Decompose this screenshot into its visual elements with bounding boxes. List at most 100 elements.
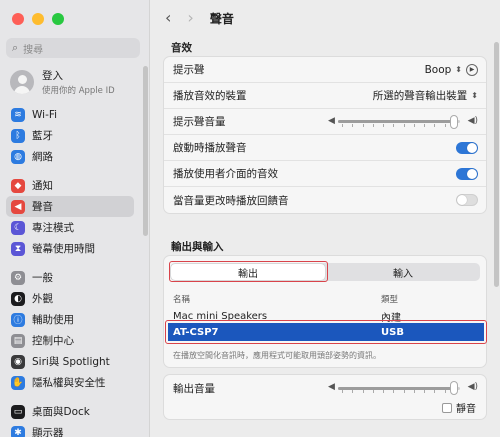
back-chevron-icon[interactable]: ‹ (165, 10, 171, 26)
io-card: 輸出 輸入 名稱 類型 Mac mini Speakers 內建 AT-CSP7… (163, 255, 487, 368)
effects-heading: 音效 (171, 42, 192, 54)
output-volume-label: 輸出音量 (173, 382, 215, 395)
feedback-sound-toggle[interactable] (456, 194, 478, 206)
effects-device-select[interactable]: 所選的聲音輸出裝置 ⬍ (373, 88, 478, 103)
sidebar-item-siri-spotlight[interactable]: ◉ Siri與 Spotlight (6, 351, 134, 372)
sidebar-item-label: 桌面與Dock (32, 406, 90, 418)
bluetooth-icon: ᛒ (11, 128, 25, 143)
control-center-icon: ▤ (11, 333, 25, 348)
close-button[interactable] (12, 13, 24, 25)
slider-knob[interactable] (449, 114, 458, 129)
sidebar-item-label: 螢幕使用時間 (32, 243, 95, 255)
avatar (10, 70, 34, 94)
alert-volume-label: 提示聲音量 (173, 116, 226, 128)
sidebar-item-privacy-security[interactable]: ✋ 隱私權與安全性 (6, 372, 134, 393)
volume-high-icon: ◀) (467, 115, 478, 126)
accessibility-icon: ⓘ (11, 312, 25, 327)
effects-device-label: 播放音效的裝置 (173, 90, 247, 102)
main-pane: ‹ › 聲音 音效 提示聲 Boop ⬍ ▶ 播放音效的裝置 所選的聲音輸出裝置… (151, 0, 500, 437)
alert-sound-value: Boop (424, 63, 452, 76)
account-subtitle: 使用你的 Apple ID (42, 86, 115, 96)
alert-volume-slider[interactable]: ◀ ◀) (328, 114, 478, 129)
output-volume-slider[interactable]: ◀ ◀) (328, 381, 478, 395)
col-name: 名稱 (173, 295, 191, 305)
sidebar-item-label: 通知 (32, 180, 53, 192)
sidebar-item-sound[interactable]: ◀ 聲音 (6, 196, 134, 217)
sidebar-item-notifications[interactable]: ◆ 通知 (6, 175, 134, 196)
sidebar-item-label: 輔助使用 (32, 314, 74, 326)
slider-knob[interactable] (449, 381, 458, 395)
effects-device-value: 所選的聲音輸出裝置 (372, 90, 468, 102)
volume-high-icon: ◀) (467, 382, 478, 392)
sidebar-item-label: 隱私權與安全性 (32, 377, 106, 389)
sidebar-item-general[interactable]: ⚙ 一般 (6, 267, 134, 288)
effects-card: 提示聲 Boop ⬍ ▶ 播放音效的裝置 所選的聲音輸出裝置 ⬍ 提示聲音量 ◀… (163, 56, 487, 214)
wifi-icon: ≋ (11, 107, 25, 122)
forward-chevron-icon[interactable]: › (187, 10, 193, 26)
volume-low-icon: ◀ (328, 115, 335, 126)
sidebar-item-accessibility[interactable]: ⓘ 輔助使用 (6, 309, 134, 330)
sidebar-item-bluetooth[interactable]: ᛒ 藍牙 (6, 125, 134, 146)
sidebar-item-label: 網路 (32, 151, 53, 163)
mute-checkbox[interactable]: 靜音 (442, 400, 476, 415)
sidebar-scrollbar[interactable] (143, 66, 148, 236)
gear-icon: ⚙ (11, 270, 25, 285)
zoom-button[interactable] (52, 13, 64, 25)
alert-sound-select[interactable]: Boop ⬍ (425, 64, 462, 76)
alert-sound-label: 提示聲 (173, 64, 205, 76)
moon-icon: ☾ (11, 220, 25, 235)
speaker-icon: ◀ (11, 199, 25, 214)
account-name: 登入 (42, 70, 63, 82)
sidebar-item-label: Wi-Fi (32, 108, 58, 121)
sidebar-item-label: 顯示器 (32, 427, 64, 437)
globe-icon: ◍ (11, 149, 25, 164)
startup-sound-toggle[interactable] (456, 141, 478, 154)
volume-low-icon: ◀ (328, 382, 335, 392)
ui-sound-label: 播放使用者介面的音效 (173, 168, 278, 180)
ui-sound-toggle[interactable] (456, 167, 478, 180)
sidebar-item-label: 外觀 (32, 293, 53, 305)
toolbar: ‹ › 聲音 (151, 0, 500, 36)
output-volume-row: 輸出音量 ◀ ◀) (164, 375, 486, 401)
sidebar-item-displays[interactable]: ✱ 顯示器 (6, 422, 134, 437)
display-icon: ✱ (11, 425, 25, 437)
account-signin[interactable]: 登入 使用你的 Apple ID (10, 68, 115, 96)
sidebar-item-label: 專注模式 (32, 222, 74, 234)
startup-sound-row: 啟動時播放聲音 (164, 135, 486, 161)
output-tab-highlight (169, 261, 328, 282)
search-icon: ⌕ (12, 41, 19, 54)
main-scrollbar[interactable] (494, 42, 499, 287)
sidebar-item-screen-time[interactable]: ⧗ 螢幕使用時間 (6, 238, 134, 259)
sidebar-item-network[interactable]: ◍ 網路 (6, 146, 134, 167)
sidebar-item-label: 一般 (32, 272, 53, 284)
feedback-sound-label: 當音量更改時播放回饋音 (173, 194, 289, 207)
sidebar-item-focus[interactable]: ☾ 專注模式 (6, 217, 134, 238)
sidebar-item-wifi[interactable]: ≋ Wi-Fi (6, 104, 134, 125)
ui-sound-row: 播放使用者介面的音效 (164, 161, 486, 187)
tab-input[interactable]: 輸入 (326, 263, 480, 281)
bell-icon: ◆ (11, 178, 25, 193)
sidebar-item-appearance[interactable]: ◐ 外觀 (6, 288, 134, 309)
device-table-header: 名稱 類型 (173, 293, 479, 305)
col-type: 類型 (381, 295, 399, 305)
sidebar-item-desktop-dock[interactable]: ▭ 桌面與Dock (6, 401, 134, 422)
checkbox-icon (442, 402, 452, 413)
stepper-icon: ⬍ (471, 91, 478, 100)
sidebar-item-label: 控制中心 (32, 335, 74, 347)
sidebar-item-control-center[interactable]: ▤ 控制中心 (6, 330, 134, 351)
play-icon[interactable]: ▶ (466, 63, 478, 76)
minimize-button[interactable] (32, 13, 44, 25)
hourglass-icon: ⧗ (11, 241, 25, 256)
alert-volume-row: 提示聲音量 ◀ ◀) (164, 109, 486, 135)
spatial-audio-note: 在播放空間化音訊時，應用程式可能取用頭部姿勢的資訊。 (173, 351, 381, 360)
mute-label: 靜音 (456, 404, 476, 415)
stepper-icon: ⬍ (455, 65, 462, 74)
search-field[interactable]: ⌕ 搜尋 (6, 38, 140, 58)
page-title: 聲音 (209, 11, 234, 26)
sidebar-item-label: 聲音 (32, 201, 53, 213)
window-controls (12, 13, 64, 25)
sidebar-item-label: 藍牙 (32, 130, 53, 142)
io-heading: 輸出與輸入 (171, 241, 224, 253)
search-placeholder: 搜尋 (23, 44, 44, 56)
dock-icon: ▭ (11, 404, 25, 419)
